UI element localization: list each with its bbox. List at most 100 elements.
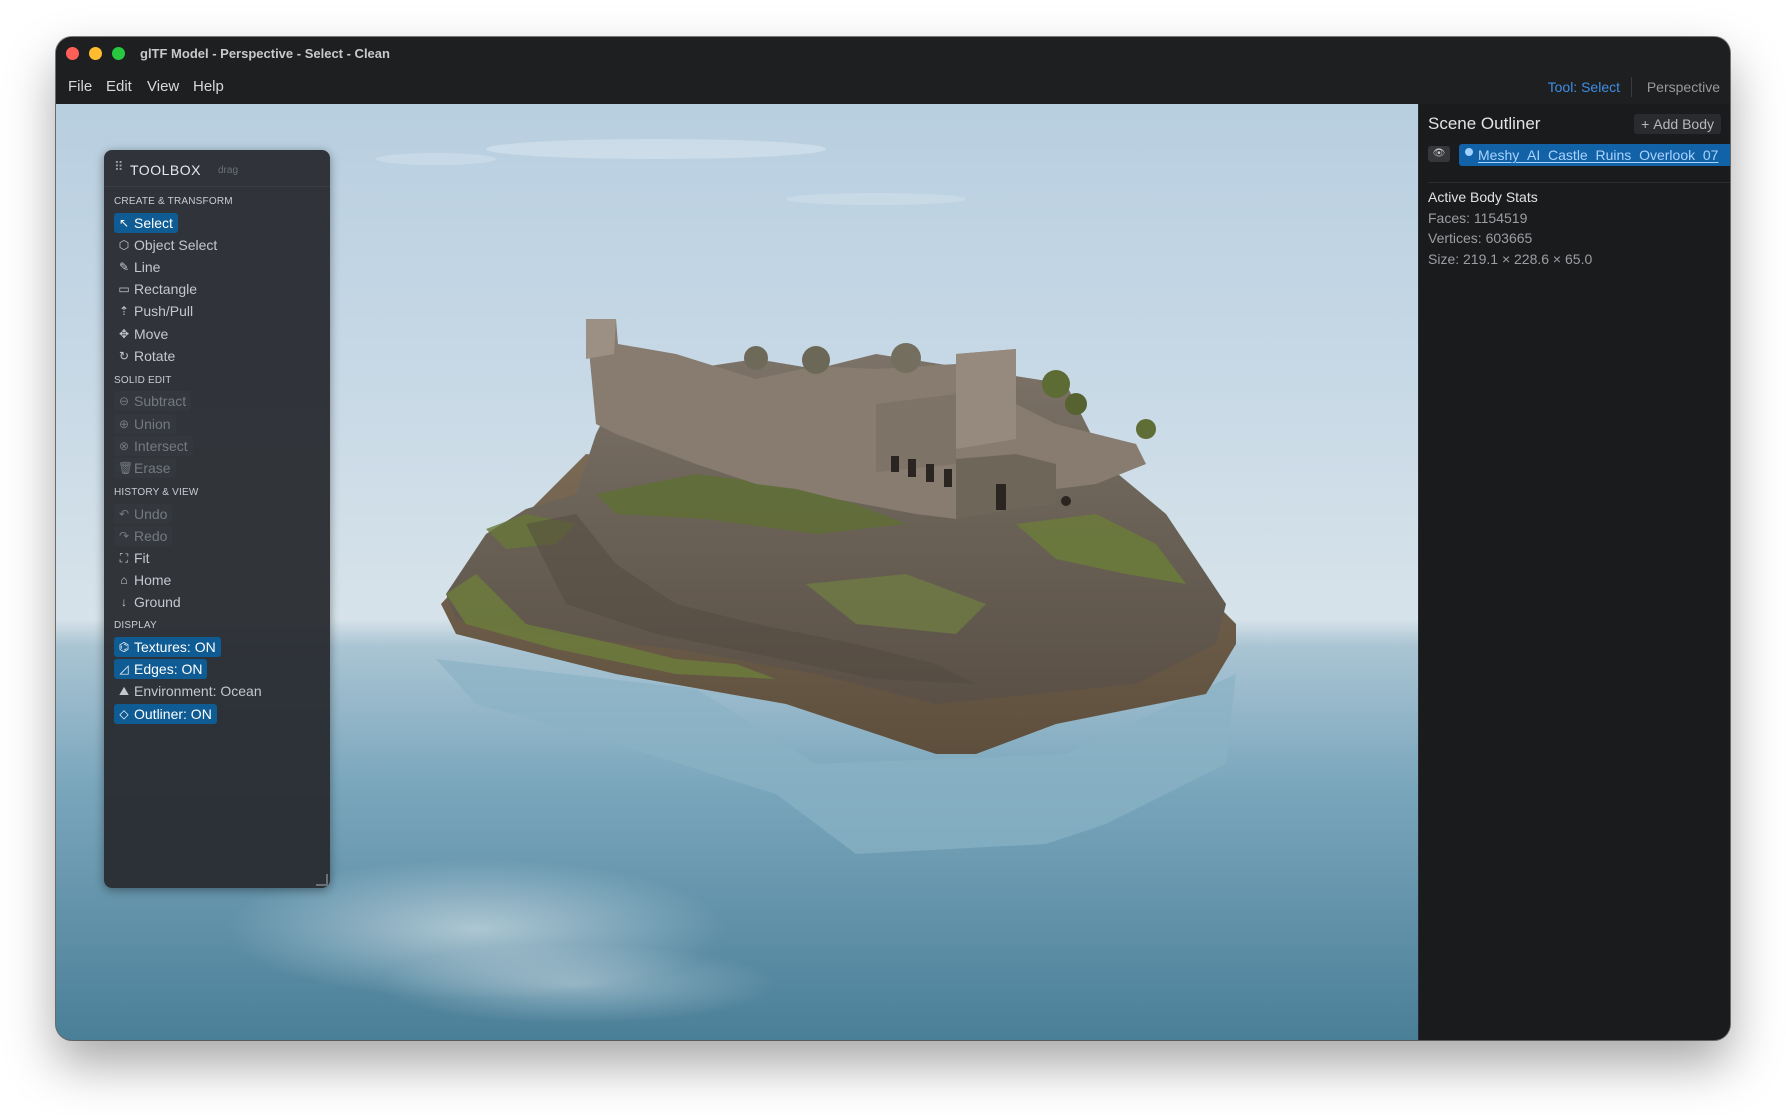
tool-move[interactable]: ✥ Move — [114, 324, 173, 344]
tree — [891, 343, 921, 373]
castle-keep — [586, 319, 616, 359]
status-divider — [1631, 77, 1632, 97]
drag-handle-icon[interactable]: ⠿ — [114, 160, 124, 175]
menu-bar: File Edit View Help Tool: Select Perspec… — [56, 70, 1730, 104]
tool-intersect[interactable]: ⊗ Intersect — [114, 436, 193, 456]
environment-icon: ⛰ — [118, 683, 130, 698]
status-view-mode[interactable]: Perspective — [1647, 79, 1720, 95]
cloud — [376, 153, 496, 165]
texture-icon: ⌬ — [118, 640, 130, 654]
tool-label: Select — [134, 215, 173, 231]
menu-edit[interactable]: Edit — [106, 78, 132, 95]
toggle-outliner[interactable]: ◇ Outliner: ON — [114, 704, 217, 724]
menu-file[interactable]: File — [68, 78, 92, 95]
cloud — [786, 193, 966, 205]
tool-label: Subtract — [134, 393, 187, 409]
tool-label: Environment: Ocean — [134, 683, 262, 699]
move-arrows-icon: ✥ — [118, 327, 130, 341]
toggle-textures[interactable]: ⌬ Textures: ON — [114, 637, 221, 657]
menu-help[interactable]: Help — [193, 78, 224, 95]
tool-undo[interactable]: ↶ Undo — [114, 504, 173, 524]
castle-window — [996, 484, 1006, 510]
body-color-dot — [1465, 148, 1473, 156]
cloud — [486, 139, 826, 159]
stat-vertices: Vertices: 603665 — [1428, 230, 1533, 246]
plus-icon: + — [1641, 116, 1650, 132]
fit-frame-icon: ⛶ — [119, 550, 129, 565]
pencil-icon: ✎ — [118, 260, 130, 274]
tool-ground[interactable]: ↓ Ground — [114, 592, 186, 612]
sun-glint — [376, 944, 776, 1024]
minimize-window-button[interactable] — [89, 47, 102, 60]
close-window-button[interactable] — [66, 47, 79, 60]
tool-label: Fit — [134, 550, 150, 566]
tool-label: Rotate — [134, 348, 176, 364]
trash-icon: 🗑 — [118, 461, 134, 475]
undo-icon: ↶ — [118, 507, 130, 521]
redo-icon: ↷ — [118, 529, 130, 543]
section-create-transform: CREATE & TRANSFORM — [114, 196, 233, 207]
tool-label: Union — [134, 416, 171, 432]
section-history-view: HISTORY & VIEW — [114, 487, 199, 498]
status-active-tool: Tool: Select — [1547, 79, 1620, 95]
tool-label: Ground — [134, 594, 181, 610]
tool-label: Outliner: ON — [134, 706, 212, 722]
tool-label: Intersect — [134, 438, 188, 454]
outliner-tag-icon: ◇ — [119, 707, 129, 721]
rotate-icon: ↻ — [118, 349, 130, 363]
home-icon: ⌂ — [120, 573, 128, 587]
toggle-environment[interactable]: ⛰ Environment: Ocean — [114, 681, 267, 701]
castle-window — [1061, 496, 1071, 506]
maximize-window-button[interactable] — [112, 47, 125, 60]
outliner-title: Scene Outliner — [1428, 114, 1541, 133]
scene-outliner-panel: Scene Outliner + Add Body 👁 Meshy_AI_Cas… — [1418, 104, 1730, 1040]
toolbox-divider — [104, 186, 330, 187]
tool-rectangle[interactable]: ▭ Rectangle — [114, 279, 202, 299]
push-pull-icon: ⇡ — [118, 304, 130, 318]
tree — [1136, 419, 1156, 439]
tree — [1065, 393, 1087, 415]
tool-label: Redo — [134, 528, 168, 544]
stat-size: Size: 219.1 × 228.6 × 65.0 — [1428, 251, 1593, 267]
tool-label: Erase — [134, 460, 171, 476]
menu-view[interactable]: View — [147, 78, 179, 95]
tool-fit[interactable]: ⛶ Fit — [114, 548, 155, 568]
tool-union[interactable]: ⊕ Union — [114, 414, 176, 434]
add-body-button[interactable]: + Add Body — [1634, 114, 1721, 134]
cube-icon: ⬡ — [118, 238, 130, 252]
tool-label: Object Select — [134, 237, 218, 253]
tool-erase[interactable]: 🗑 Erase — [114, 458, 176, 478]
castle-window — [944, 469, 952, 487]
subtract-icon: ⊖ — [118, 394, 130, 408]
body-name[interactable]: Meshy_AI_Castle_Ruins_Overlook_07 — [1478, 147, 1718, 163]
tool-rotate[interactable]: ↻ Rotate — [114, 346, 180, 366]
outliner-body-item[interactable]: Meshy_AI_Castle_Ruins_Overlook_07 — [1459, 144, 1730, 166]
union-icon: ⊕ — [118, 417, 130, 431]
rectangle-icon: ▭ — [118, 282, 130, 296]
toolbox-panel[interactable]: ⠿ TOOLBOX drag CREATE & TRANSFORM ↖ Selec… — [104, 150, 330, 888]
resize-handle[interactable] — [316, 874, 328, 886]
title-bar: glTF Model - Perspective - Select - Clea… — [56, 37, 1730, 70]
3d-viewport[interactable]: ⠿ TOOLBOX drag CREATE & TRANSFORM ↖ Selec… — [56, 104, 1418, 1040]
stat-faces: Faces: 1154519 — [1428, 210, 1528, 226]
tool-line[interactable]: ✎ Line — [114, 257, 165, 277]
tool-label: Edges: ON — [134, 661, 203, 677]
visibility-eye-icon[interactable]: 👁 — [1428, 146, 1450, 162]
toggle-edges[interactable]: ◿ Edges: ON — [114, 659, 208, 679]
window-title: glTF Model - Perspective - Select - Clea… — [140, 46, 390, 61]
toolbox-drag-hint: drag — [218, 165, 239, 176]
tool-select[interactable]: ↖ Select — [114, 213, 178, 233]
section-display: DISPLAY — [114, 620, 157, 631]
arrow-down-icon: ↓ — [121, 595, 127, 609]
tool-label: Move — [134, 326, 169, 342]
tool-home[interactable]: ⌂ Home — [114, 570, 176, 590]
tool-subtract[interactable]: ⊖ Subtract — [114, 391, 192, 411]
tree — [802, 346, 830, 374]
tool-redo[interactable]: ↷ Redo — [114, 526, 173, 546]
toolbox-title: TOOLBOX — [130, 162, 201, 178]
active-body-stats-title: Active Body Stats — [1428, 189, 1538, 205]
tool-object-select[interactable]: ⬡ Object Select — [114, 235, 222, 255]
castle-tower — [956, 349, 1016, 449]
tool-label: Home — [134, 572, 172, 588]
tool-push-pull[interactable]: ⇡ Push/Pull — [114, 301, 198, 321]
